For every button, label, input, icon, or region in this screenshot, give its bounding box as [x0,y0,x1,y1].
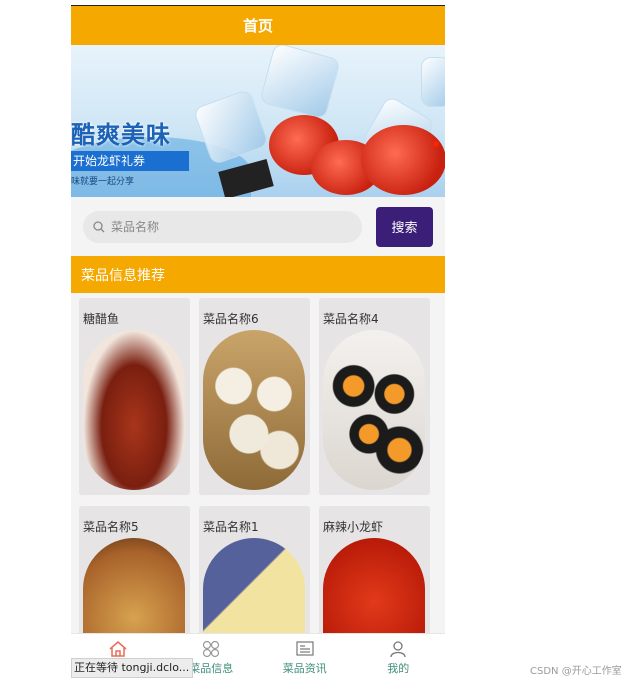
watermark-text: CSDN @开心工作室 [530,666,622,677]
banner-small-text: 味就要一起分享 [71,177,135,187]
dish-name: 菜品名称4 [323,312,379,326]
search-button[interactable]: 搜索 [376,206,433,247]
dish-name: 糖醋鱼 [83,312,120,326]
dish-card[interactable]: 菜品名称1 [199,506,310,636]
nav-label: 菜品信息 [189,662,234,675]
dish-image [323,330,425,490]
browser-status-tooltip: 正在等待 tongji.dclo... [71,658,193,678]
news-icon [296,641,314,656]
dish-name: 菜品名称6 [203,312,259,326]
app-screen: 首页 酷爽美味 开始龙虾礼券 味就要一起分享 菜品名称 搜索 菜品信息推荐 糖醋… [71,5,445,681]
home-icon [109,641,127,657]
carousel-indicator-dot[interactable] [433,141,439,147]
search-input[interactable]: 菜品名称 [83,210,362,243]
dish-image [203,538,305,636]
dish-image [203,330,305,490]
nav-item-news[interactable]: 菜品资讯 [258,634,352,681]
dish-image [83,330,185,490]
dish-grid: 糖醋鱼 菜品名称6 菜品名称4 菜品名称5 菜品名称1 麻辣小龙虾 [71,293,445,636]
dish-card[interactable]: 麻辣小龙虾 [319,506,430,636]
nav-label: 我的 [387,662,410,675]
grid-icon [203,640,220,658]
dish-name: 麻辣小龙虾 [323,520,384,534]
banner-carousel[interactable]: 酷爽美味 开始龙虾礼券 味就要一起分享 [71,45,445,197]
search-bar: 菜品名称 搜索 [71,197,445,256]
dish-name: 菜品名称5 [83,520,139,534]
dish-image [323,538,425,636]
dish-card[interactable]: 菜品名称4 [319,298,430,495]
dish-card[interactable]: 菜品名称6 [199,298,310,495]
ice-cube-image [421,57,445,107]
nav-item-mine[interactable]: 我的 [352,634,446,681]
page-header: 首页 [71,6,445,45]
banner-headline: 酷爽美味 [71,121,171,149]
section-title-text: 菜品信息推荐 [81,267,165,284]
page-title: 首页 [242,17,273,35]
search-placeholder: 菜品名称 [111,220,160,234]
banner-strip-text: 开始龙虾礼券 [71,151,189,171]
dish-image [83,538,185,636]
dish-card[interactable]: 糖醋鱼 [79,298,190,495]
search-icon [93,220,105,232]
dish-name: 菜品名称1 [203,520,259,534]
dish-card[interactable]: 菜品名称5 [79,506,190,636]
user-icon [390,641,406,658]
lobster-image [361,125,445,195]
nav-label: 菜品资讯 [282,662,327,675]
ice-cube-image [259,45,341,120]
section-title: 菜品信息推荐 [71,256,445,293]
